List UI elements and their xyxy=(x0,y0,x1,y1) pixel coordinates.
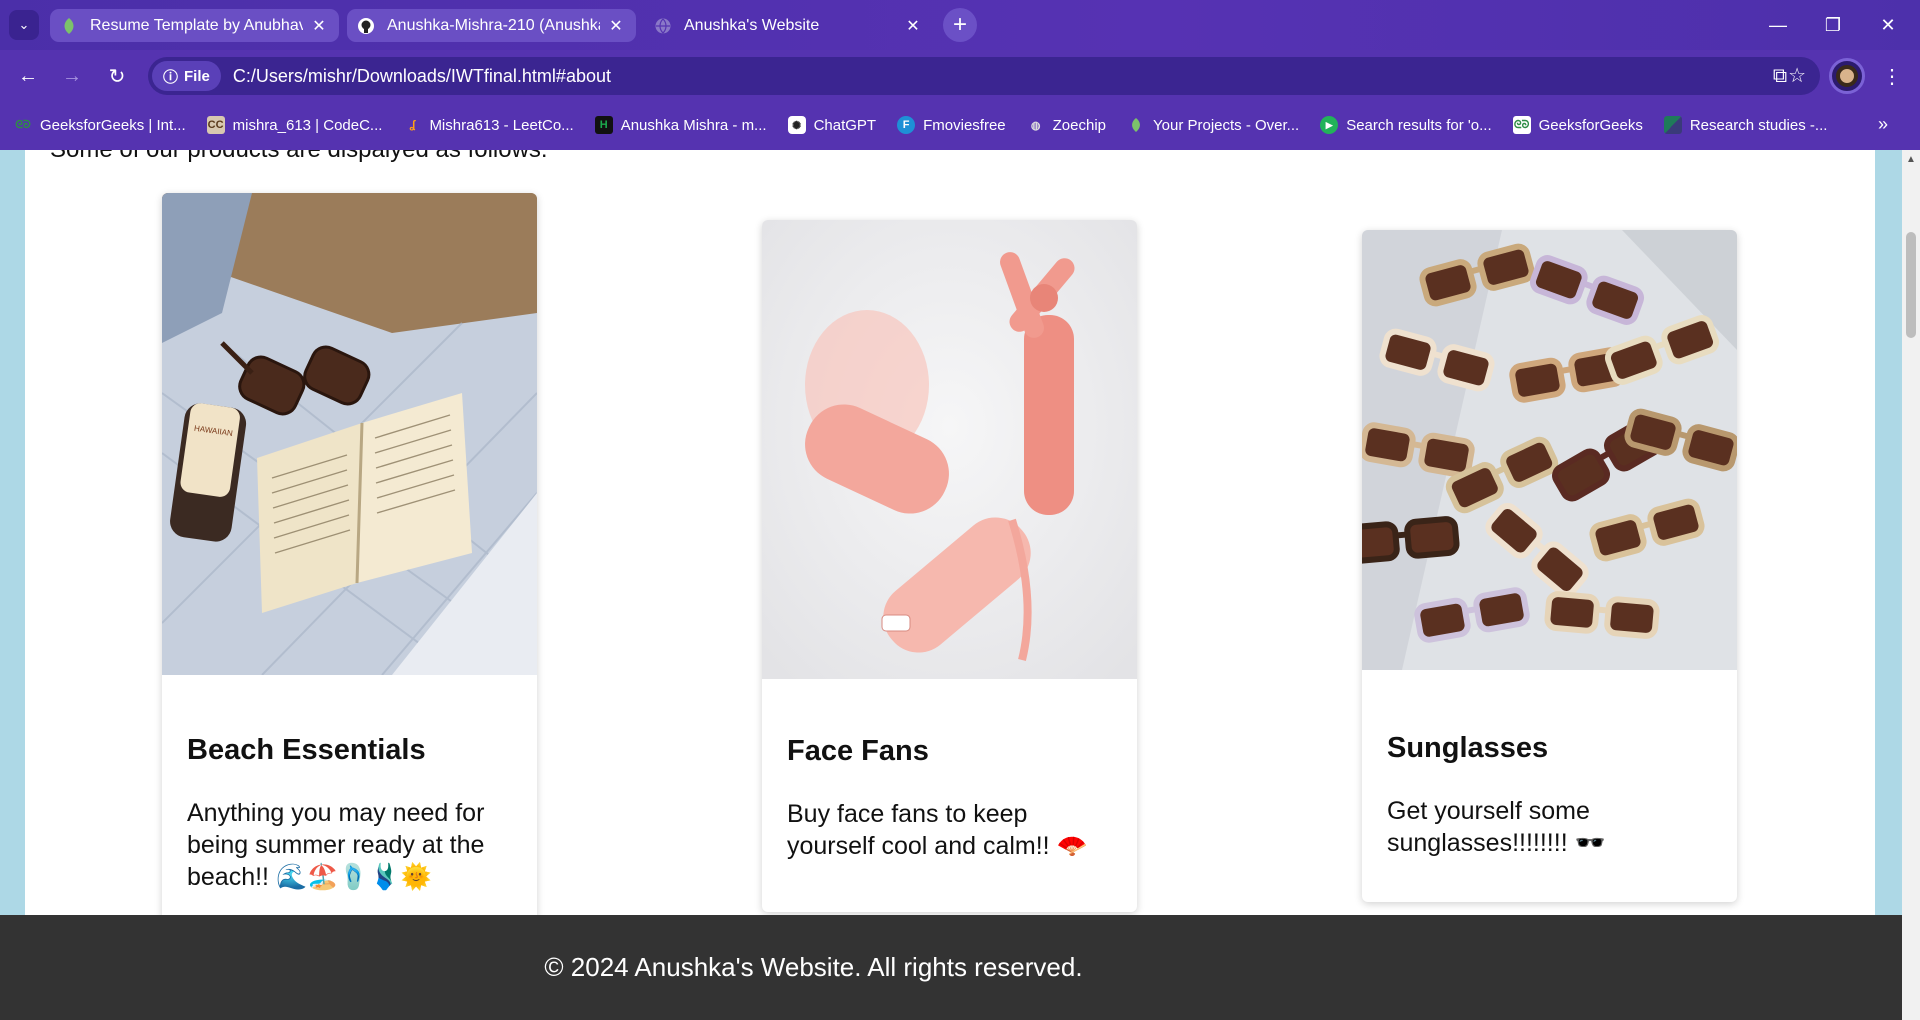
bookmarks-bar: ᘓᘐ GeeksforGeeks | Int... CC mishra_613 … xyxy=(0,100,1920,150)
minimize-button[interactable]: — xyxy=(1758,10,1798,40)
product-card-face-fans: Face Fans Buy face fans to keep yourself… xyxy=(762,220,1137,912)
page-viewport: Some of our products are dispalyed as fo… xyxy=(0,150,1902,1020)
github-icon xyxy=(357,17,375,35)
product-card-sunglasses: Sunglasses Get yourself some sunglasses!… xyxy=(1362,230,1737,902)
bookmark-leetcode[interactable]: ʆ Mishra613 - LeetCo... xyxy=(403,116,573,134)
fmovies-icon: F xyxy=(897,116,916,134)
bookmark-geeksforgeeks[interactable]: ᘓᘐ GeeksforGeeks xyxy=(1512,116,1643,134)
products-section: Some of our products are dispalyed as fo… xyxy=(25,150,1875,925)
bookmark-zoechip[interactable]: ◍ Zoechip xyxy=(1027,116,1106,134)
tab-resume-template[interactable]: Resume Template by Anubhav ( ✕ xyxy=(50,9,339,42)
tab-anushkas-website[interactable]: Anushka's Website ✕ xyxy=(644,9,933,42)
browser-menu-button[interactable]: ⋮ xyxy=(1880,60,1904,92)
codolio-icon xyxy=(60,17,78,35)
bookmark-codechef[interactable]: CC mishra_613 | CodeC... xyxy=(206,116,382,134)
product-description: Anything you may need for being summer r… xyxy=(187,799,485,891)
address-bar[interactable]: ⓘ File C:/Users/mishr/Downloads/IWTfinal… xyxy=(148,57,1820,95)
url-text[interactable]: C:/Users/mishr/Downloads/IWTfinal.html#a… xyxy=(233,66,611,87)
bookmark-geeksforgeeks-int[interactable]: ᘓᘐ GeeksforGeeks | Int... xyxy=(14,116,185,134)
codechef-icon: CC xyxy=(206,116,225,134)
close-tab-icon[interactable]: ✕ xyxy=(903,16,923,36)
sunglasses-image xyxy=(1362,230,1737,670)
kebab-menu-icon: ⋮ xyxy=(1882,65,1902,88)
bookmark-hackerrank[interactable]: H Anushka Mishra - m... xyxy=(594,116,767,134)
bookmark-fmoviesfree[interactable]: F Fmoviesfree xyxy=(897,116,1006,134)
chatgpt-icon: ✺ xyxy=(787,116,806,134)
extensions-button[interactable]: ⧉ xyxy=(1764,60,1796,92)
plus-icon: + xyxy=(952,11,967,38)
reload-icon: ↻ xyxy=(108,65,126,88)
info-icon: ⓘ xyxy=(163,68,179,86)
close-window-button[interactable]: ✕ xyxy=(1868,10,1908,40)
minimize-icon: — xyxy=(1769,14,1787,35)
bookmark-search-results[interactable]: ▶ Search results for 'o... xyxy=(1320,116,1492,134)
product-title: Face Fans xyxy=(787,735,929,767)
new-tab-button[interactable]: + xyxy=(943,8,977,42)
forward-arrow-icon: → xyxy=(62,64,82,87)
products-intro: Some of our products are dispalyed as fo… xyxy=(50,150,548,164)
reload-button[interactable]: ↻ xyxy=(101,60,133,92)
hackerrank-icon: H xyxy=(594,116,613,134)
bookmark-your-projects[interactable]: Your Projects - Over... xyxy=(1127,116,1299,134)
play-icon: ▶ xyxy=(1320,116,1339,134)
puzzle-icon: ⧉ xyxy=(1772,64,1788,87)
face-fans-image xyxy=(762,220,1137,679)
page-footer: © 2024 Anushka's Website. All rights res… xyxy=(0,915,1902,1020)
product-description: Buy face fans to keep yourself cool and … xyxy=(787,800,1088,860)
profile-avatar[interactable] xyxy=(1829,58,1865,94)
copyright-text: © 2024 Anushka's Website. All rights res… xyxy=(544,952,1083,982)
forward-button[interactable]: → xyxy=(56,60,88,92)
scrollbar-thumb[interactable] xyxy=(1906,232,1916,338)
tab-strip: ⌄ Resume Template by Anubhav ( ✕ Anushka… xyxy=(0,0,1920,50)
scroll-up-arrow-icon[interactable]: ▲ xyxy=(1906,154,1916,165)
product-description: Get yourself some sunglasses!!!!!!!! 🕶️ xyxy=(1387,797,1606,857)
codolio-icon xyxy=(1127,116,1145,134)
avatar-image xyxy=(1836,65,1858,87)
close-tab-icon[interactable]: ✕ xyxy=(606,16,626,36)
gfg-icon: ᘓᘐ xyxy=(15,118,31,131)
site-info-chip[interactable]: ⓘ File xyxy=(152,61,221,91)
page-scrollbar[interactable]: ▲ xyxy=(1902,150,1920,1020)
product-title: Sunglasses xyxy=(1387,732,1549,764)
more-bookmarks-icon[interactable]: » xyxy=(1878,114,1888,135)
product-card-beach-essentials: HAWAIIAN Beach Essentials Anything you m… xyxy=(162,193,537,925)
zoechip-icon: ◍ xyxy=(1030,119,1041,132)
close-icon: ✕ xyxy=(1880,14,1896,35)
product-title: Beach Essentials xyxy=(187,734,426,766)
bookmark-chatgpt[interactable]: ✺ ChatGPT xyxy=(787,116,876,134)
research-icon xyxy=(1663,116,1682,134)
restore-button[interactable]: ❐ xyxy=(1813,10,1853,40)
chevron-down-icon: ⌄ xyxy=(18,17,30,32)
browser-toolbar: ← → ↻ ⓘ File C:/Users/mishr/Downloads/IW… xyxy=(0,50,1920,100)
gfg-icon: ᘓᘐ xyxy=(1512,116,1531,134)
tab-github[interactable]: Anushka-Mishra-210 (Anushka ✕ xyxy=(347,9,636,42)
beach-essentials-image: HAWAIIAN xyxy=(162,193,537,675)
globe-icon xyxy=(654,17,672,35)
back-arrow-icon: ← xyxy=(18,64,38,87)
close-tab-icon[interactable]: ✕ xyxy=(309,16,329,36)
leetcode-icon: ʆ xyxy=(409,119,416,131)
tab-search-button[interactable]: ⌄ xyxy=(9,10,39,40)
bookmark-research-studies[interactable]: Research studies -... xyxy=(1663,116,1827,134)
restore-icon: ❐ xyxy=(1824,14,1842,35)
back-button[interactable]: ← xyxy=(12,60,44,92)
